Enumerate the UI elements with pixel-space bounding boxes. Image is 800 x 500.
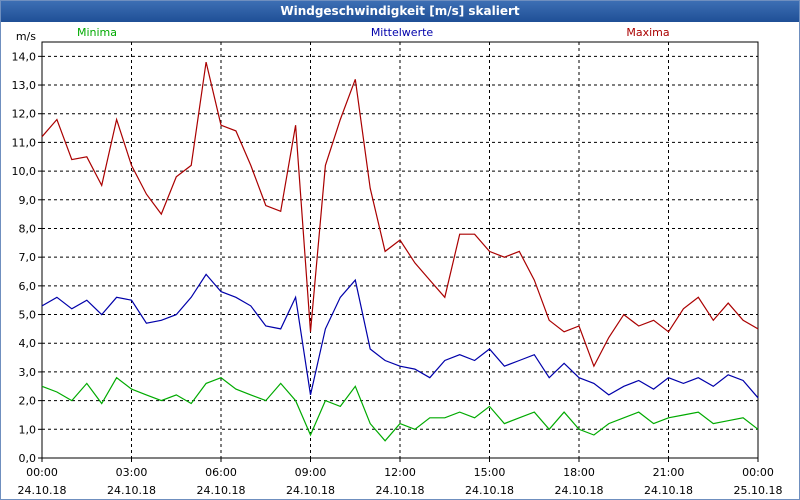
y-tick-label: 2,0 [19,395,37,408]
x-tick-date: 24.10.18 [107,484,156,497]
x-tick-date: 24.10.18 [197,484,246,497]
legend-minima: Minima [77,26,117,39]
x-tick-date: 24.10.18 [465,484,514,497]
chart-axes [38,41,759,462]
y-tick-label: 10,0 [12,165,37,178]
x-tick-time: 03:00 [116,466,148,479]
x-tick-time: 06:00 [205,466,237,479]
x-tick-time: 18:00 [563,466,595,479]
y-axis-label: m/s [16,30,36,43]
x-tick-time: 21:00 [653,466,685,479]
y-tick-label: 12,0 [12,108,37,121]
y-tick-label: 5,0 [19,309,37,322]
y-tick-label: 0,0 [19,452,37,465]
chart-lines [41,61,759,442]
chart: 0,0 1,0 2,0 3,0 4,0 5,0 6,0 7,0 8,0 9,0 10,0 11,0 12… [12,26,783,497]
x-tick-time: 00:00 [26,466,58,479]
x-tick-time: 15:00 [474,466,506,479]
y-tick-label: 7,0 [19,251,37,264]
x-tick-date: 25.10.18 [734,484,783,497]
x-tick-date: 24.10.18 [376,484,425,497]
legend-mittelwerte: Mittelwerte [371,26,434,39]
x-tick-time: 12:00 [384,466,416,479]
x-tick-date: 24.10.18 [18,484,67,497]
y-tick-label: 1,0 [19,423,37,436]
y-tick-label: 13,0 [12,79,37,92]
y-tick-label: 3,0 [19,366,37,379]
y-tick-label: 4,0 [19,337,37,350]
y-tick-label: 6,0 [19,280,37,293]
y-tick-label: 14,0 [12,50,37,63]
x-tick-time: 00:00 [742,466,774,479]
x-tick-date: 24.10.18 [555,484,604,497]
y-tick-label: 9,0 [19,194,37,207]
x-tick-date: 24.10.18 [644,484,693,497]
x-tick-time: 09:00 [295,466,327,479]
chart-legend: Minima Mittelwerte Maxima [77,26,670,39]
y-tick-label: 8,0 [19,222,37,235]
legend-maxima: Maxima [626,26,669,39]
y-tick-label: 11,0 [12,136,37,149]
x-tick-date: 24.10.18 [286,484,335,497]
